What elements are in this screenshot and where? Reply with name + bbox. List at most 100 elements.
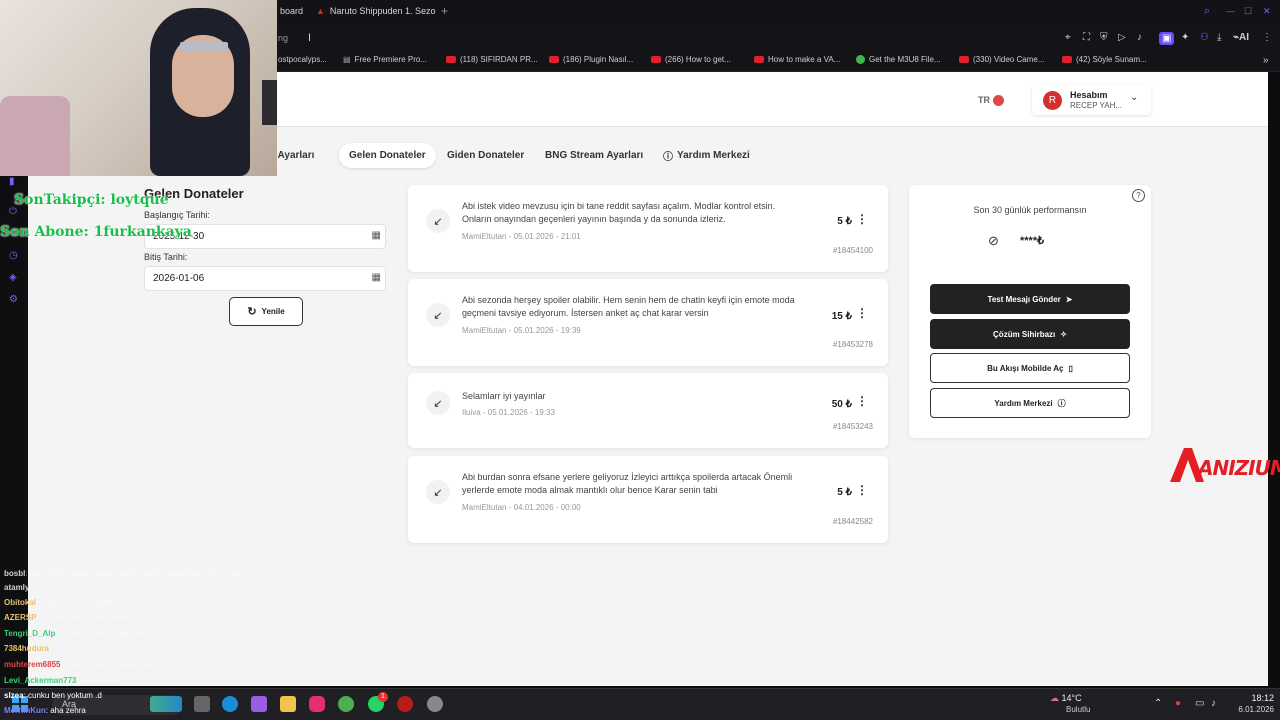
more-bookmarks-icon[interactable]: » — [1263, 55, 1269, 66]
new-tab-icon[interactable]: + — [441, 4, 448, 18]
bookmark-label: (186) Plugin Nasıl... — [563, 55, 634, 64]
weather-widget[interactable]: ☁ 14°C — [1050, 693, 1082, 704]
help-center-button[interactable]: Yardım Merkezi ⓘ — [930, 388, 1130, 418]
chat-message: slzea: cunku ben yoktum .d — [4, 691, 102, 700]
donation-message: Abi istek video mevzusu için bi tane red… — [462, 201, 776, 224]
test-message-button[interactable]: Test Mesajı Gönder ➤ — [930, 284, 1130, 314]
tab-stream-settings[interactable]: BNG Stream Ayarları — [535, 143, 653, 168]
extension-icon[interactable]: ▣ — [1159, 32, 1175, 45]
donation-amount: 50 ₺ — [831, 399, 852, 410]
volume-icon[interactable]: ♪ — [1211, 698, 1216, 709]
search-icon[interactable]: ⌕ — [1204, 5, 1210, 18]
tab-label: BNG Stream Ayarları — [545, 150, 644, 161]
tab-label: Yardım Merkezi — [677, 150, 750, 161]
calendar-icon[interactable]: ▦ — [372, 230, 381, 241]
news-widget-icon[interactable] — [150, 696, 182, 712]
more-vertical-icon[interactable]: ⋮ — [856, 483, 868, 497]
clock-date[interactable]: 6.01.2026 — [1224, 705, 1274, 714]
send-icon: ➤ — [1065, 294, 1073, 304]
file-icon: ▤ — [343, 55, 351, 64]
chat-user: Tengri_D_Alp — [4, 629, 56, 638]
more-vertical-icon[interactable]: ⋮ — [856, 306, 868, 320]
anime-figure — [0, 96, 70, 176]
open-mobile-button[interactable]: Bu Akışı Mobilde Aç ▯ — [930, 353, 1130, 383]
maximize-icon[interactable]: ☐ — [1244, 6, 1252, 17]
ai-button[interactable]: ⌁AI — [1233, 32, 1249, 43]
bookmark-item[interactable]: (266) How to get... — [651, 55, 731, 64]
bookmark-label: How to make a VA... — [768, 55, 841, 64]
tab-outgoing-donations[interactable]: Giden Donateler — [437, 143, 534, 168]
bookmark-icon[interactable]: ⌖ — [1065, 32, 1071, 43]
clock-time[interactable]: 18:12 — [1234, 693, 1274, 703]
weather-icon: ☁ — [1050, 693, 1059, 703]
display-icon[interactable]: ▭ — [1195, 698, 1204, 709]
end-date-input[interactable]: 2026-01-06 ▦ — [144, 266, 386, 291]
puzzle-icon[interactable]: ✦ — [1181, 32, 1189, 43]
bookmark-item[interactable]: (186) Plugin Nasıl... — [549, 55, 633, 64]
bookmark-label: (330) Video Came... — [973, 55, 1045, 64]
opera-gx-icon[interactable] — [397, 696, 413, 712]
hidden-earnings: ****₺ — [1020, 235, 1045, 247]
profile-icon[interactable]: ⚇ — [1200, 32, 1209, 43]
tab-label: board — [280, 6, 304, 16]
webcam-overlay — [0, 0, 277, 176]
sparkle-icon: ✧ — [1060, 329, 1067, 339]
arrow-down-left-icon: ↙ — [426, 391, 450, 415]
eye-off-icon[interactable]: ⊘ — [988, 233, 999, 249]
microphone-icon[interactable]: ● — [1175, 698, 1181, 709]
donation-id: #18454100 — [832, 246, 873, 255]
instagram-icon[interactable] — [309, 696, 325, 712]
browser-tab[interactable]: board — [280, 6, 303, 16]
chat-message: Levi_Ackerman773: Ek efsanon — [4, 676, 121, 685]
bookmark-item[interactable]: Get the M3U8 File... — [856, 55, 941, 64]
help-circle-icon[interactable]: ? — [1132, 189, 1145, 202]
solution-wizard-button[interactable]: Çözüm Sihirbazı ✧ — [930, 319, 1130, 349]
chat-user: slzea — [4, 691, 24, 700]
copilot-icon[interactable] — [251, 696, 267, 712]
bookmark-label: (266) How to get... — [665, 55, 731, 64]
bookmark-item[interactable]: (118) SIFIRDAN PR... — [446, 55, 538, 64]
screenshot-icon[interactable]: ⛶ — [1083, 32, 1090, 43]
clock-icon[interactable]: ◷ — [9, 250, 18, 261]
start-date-label: Başlangıç Tarihi: — [144, 210, 210, 220]
shield-icon[interactable]: ⛨ — [1100, 32, 1108, 43]
twitch-icon[interactable]: ▮ — [9, 176, 15, 187]
chat-text: : yukarı OBİTO yazıldı — [36, 598, 115, 607]
play-icon[interactable]: ▷ — [1118, 32, 1126, 43]
account-menu[interactable]: R Hesabım RECEP YAH... ⌄ — [1032, 85, 1151, 115]
close-icon[interactable]: ✕ — [1263, 6, 1271, 17]
headphone — [262, 80, 277, 125]
menu-icon[interactable]: ⋮ — [1262, 32, 1272, 43]
bookmark-item[interactable]: ▤ Free Premiere Pro... — [343, 55, 427, 64]
browser-tab-active[interactable]: ▲ Naruto Shippuden 1. Sezo — [316, 6, 436, 16]
more-vertical-icon[interactable]: ⋮ — [856, 394, 868, 408]
chevron-up-icon[interactable]: ⌃ — [1154, 698, 1162, 709]
tab-incoming-donations[interactable]: Gelen Donateler — [339, 143, 436, 168]
stream-chat: bosbl: abi emote moda olmayin emote modu… — [0, 552, 310, 688]
chrome-icon[interactable] — [338, 696, 354, 712]
task-view-icon[interactable] — [194, 696, 210, 712]
calendar-icon[interactable]: ▦ — [372, 272, 381, 283]
minimize-icon[interactable]: — — [1226, 6, 1235, 16]
discord-icon[interactable]: ◈ — [9, 272, 17, 283]
bookmark-item[interactable]: How to make a VA... — [754, 55, 840, 64]
file-explorer-icon[interactable] — [280, 696, 296, 712]
refresh-button[interactable]: ↻ Yenile — [229, 297, 303, 326]
settings-icon[interactable]: ⚙ — [9, 294, 18, 305]
donation-meta: MamiEltutan - 05.01.2026 - 21:01 — [462, 232, 581, 241]
chat-user: MerhinKun — [4, 706, 46, 715]
settings-app-icon[interactable] — [427, 696, 443, 712]
more-vertical-icon[interactable]: ⋮ — [856, 212, 868, 226]
music-icon[interactable]: ♪ — [1137, 32, 1142, 43]
chat-user: 7384hudura — [4, 644, 49, 653]
edge-icon[interactable] — [222, 696, 238, 712]
donation-card: ↙ Abi sezonda herşey spoiler olabilir. H… — [408, 279, 888, 366]
bookmark-item[interactable]: (330) Video Came... — [959, 55, 1044, 64]
ai-label: AI — [1239, 32, 1250, 43]
donation-card: ↙ Abi istek video mevzusu için bi tane r… — [408, 185, 888, 272]
language-selector[interactable]: TR — [978, 95, 1004, 107]
bookmark-item[interactable]: (42) Söyle Sunam... — [1062, 55, 1147, 64]
tab-help-center[interactable]: ⓘ Yardım Merkezi — [653, 143, 760, 168]
bookmark-item[interactable]: ostpocalyps... — [278, 55, 327, 64]
download-icon[interactable]: ⤓ — [1217, 32, 1221, 43]
